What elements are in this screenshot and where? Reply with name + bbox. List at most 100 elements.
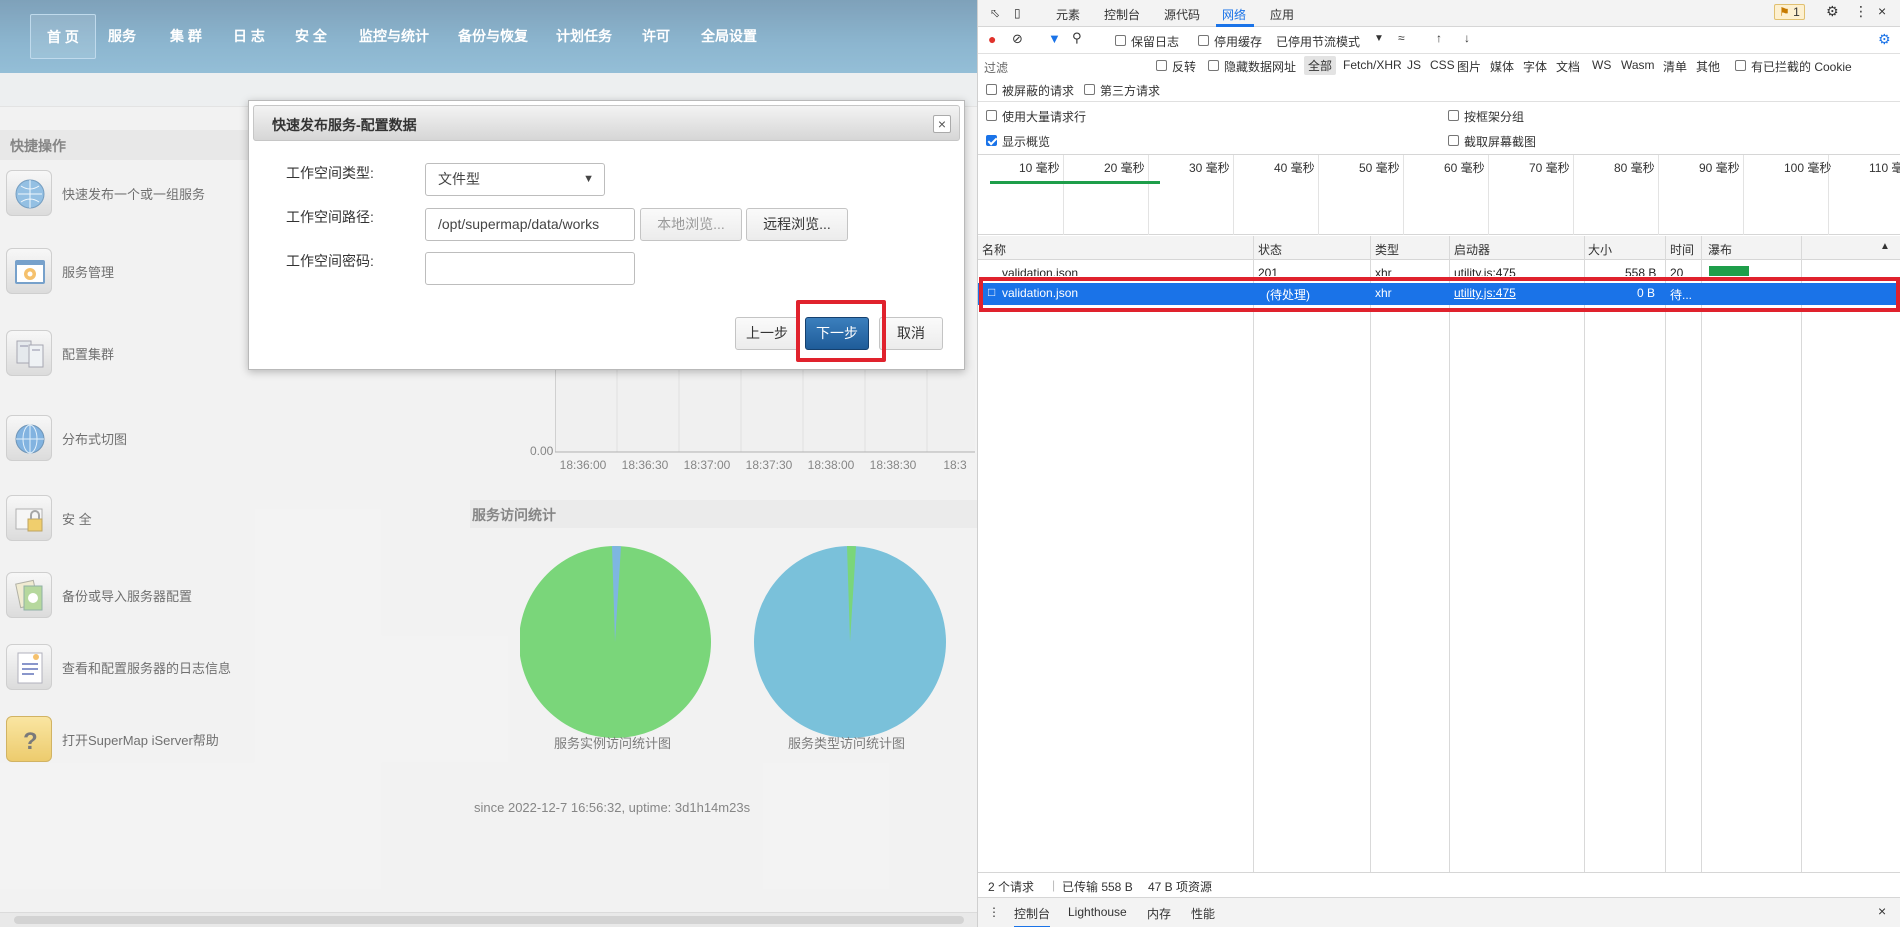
filter-type-wasm[interactable]: Wasm [1621,58,1655,72]
row-time: 20 [1670,266,1684,276]
invert-label: 反转 [1172,60,1197,74]
warning-icon: ⚑ [1779,5,1790,19]
clear-icon[interactable]: ⊘ [1012,31,1023,47]
workspace-password-label: 工作空间密码: [286,253,374,269]
timeline-label: 30 毫秒 [1189,161,1230,175]
filter-input[interactable]: 过滤 [984,59,1008,76]
local-browse-button[interactable]: 本地浏览... [640,208,742,241]
filter-type-img[interactable]: 图片 [1457,58,1481,75]
tab-sources[interactable]: 源代码 [1164,6,1200,23]
timeline-label: 20 毫秒 [1104,161,1145,175]
search-icon[interactable]: ⚲ [1072,30,1082,46]
disable-cache-checkbox[interactable] [1198,35,1209,46]
large-rows-checkbox[interactable] [986,110,997,121]
capture-screenshots-checkbox[interactable] [1448,135,1459,146]
tab-network[interactable]: 网络 [1222,6,1246,23]
filter-type-doc[interactable]: 文档 [1556,58,1580,75]
tab-elements[interactable]: 元素 [1056,6,1080,23]
filter-type-other[interactable]: 其他 [1696,58,1720,75]
row-size: 558 B [1625,266,1657,276]
filter-type-media[interactable]: 媒体 [1490,58,1514,75]
timeline-gridline [1488,155,1489,235]
prev-button[interactable]: 上一步 [735,317,799,350]
workspace-password-input[interactable] [425,252,635,285]
transferred-size: 已传输 558 B [1062,880,1133,894]
column-size[interactable]: 大小 [1588,241,1612,258]
filter-type-js[interactable]: JS [1407,58,1421,72]
gear-icon[interactable]: ⚙ [1826,3,1839,20]
timeline-gridline [1063,155,1064,235]
inspect-icon[interactable]: ⬁ [990,6,1000,20]
column-divider [1801,236,1802,872]
network-filter-bar-2: 被屏蔽的请求 第三方请求 [978,78,1900,102]
filter-icon[interactable]: ▼ [1048,31,1061,46]
blocked-requests-label: 被屏蔽的请求 [1002,84,1075,98]
network-overview-timeline[interactable]: 10 毫秒 20 毫秒 30 毫秒 40 毫秒 50 毫秒 60 毫秒 70 毫秒 80 毫秒… [978,155,1900,235]
filter-type-ws[interactable]: WS [1592,58,1611,72]
close-icon[interactable]: × [933,115,951,133]
preserve-log-checkbox[interactable] [1115,35,1126,46]
throttle-select[interactable]: 已停用节流模式 [1276,33,1360,50]
network-settings-icon[interactable]: ⚙ [1878,31,1891,48]
column-name[interactable]: 名称 [982,241,1006,258]
workspace-path-input[interactable]: /opt/supermap/data/works [425,208,635,241]
column-divider [1370,236,1371,872]
filter-type-manifest[interactable]: 清单 [1663,58,1687,75]
issues-badge[interactable]: ⚑ 1 [1774,4,1805,20]
timeline-gridline [1403,155,1404,235]
third-party-checkbox[interactable] [1084,84,1095,95]
timeline-gridline [1743,155,1744,235]
show-overview-label: 显示概览 [1002,135,1051,149]
filter-type-css[interactable]: CSS [1430,58,1455,72]
chevron-down-icon[interactable]: ▼ [1374,33,1384,44]
tab-application[interactable]: 应用 [1270,6,1294,23]
import-har-icon[interactable]: ↑ [1436,31,1442,45]
close-drawer-icon[interactable]: × [1878,903,1886,919]
timeline-gridline [1148,155,1149,235]
workspace-type-select[interactable]: 文件型 ▼ [425,163,605,196]
invert-checkbox[interactable] [1156,60,1167,71]
row-initiator[interactable]: utility.js:475 [1454,266,1516,276]
device-toggle-icon[interactable]: ▯ [1014,6,1021,20]
column-initiator[interactable]: 启动器 [1454,241,1490,258]
column-status[interactable]: 状态 [1258,241,1282,258]
network-filter-bar: 过滤 反转 隐藏数据网址 全部 Fetch/XHR JS CSS 图片 媒体 字… [978,54,1900,78]
resources-size: 47 B 项资源 [1148,880,1213,894]
wifi-settings-icon[interactable]: ≈ [1398,31,1405,45]
column-divider [1665,236,1666,872]
drawer-menu-icon[interactable]: ⋮ [988,905,1000,919]
iserver-manager: 首 页 服务 集 群 日 志 安 全 监控与统计 备份与恢复 计划任务 许可 全… [0,0,977,927]
close-devtools-icon[interactable]: × [1878,3,1886,19]
row-status: 201 [1258,266,1279,276]
remote-browse-button[interactable]: 远程浏览... [746,208,848,241]
hide-data-urls-checkbox[interactable] [1208,60,1219,71]
filter-type-xhr[interactable]: Fetch/XHR [1343,58,1402,72]
preserve-log-label: 保留日志 [1131,35,1180,49]
drawer-tab-lighthouse[interactable]: Lighthouse [1068,905,1127,919]
show-overview-checkbox[interactable] [986,135,997,146]
filter-type-font[interactable]: 字体 [1523,58,1547,75]
chevron-down-icon: ▼ [583,173,594,185]
drawer-tab-performance[interactable]: 性能 [1191,905,1215,922]
group-by-frame-checkbox[interactable] [1448,110,1459,121]
tab-console[interactable]: 控制台 [1104,6,1140,23]
filter-type-all[interactable]: 全部 [1304,56,1337,75]
column-type[interactable]: 类型 [1375,241,1399,258]
record-icon[interactable]: ● [988,31,996,47]
more-vert-icon[interactable]: ⋮ [1854,3,1868,20]
devtools-tabbar: ⬁ ▯ 元素 控制台 源代码 网络 应用 ⚑ 1 ⚙ ⋮ × [978,0,1900,27]
timeline-label: 100 毫秒 [1784,161,1832,175]
column-waterfall[interactable]: 瀑布 [1708,241,1732,258]
drawer-tab-memory[interactable]: 内存 [1147,905,1171,922]
drawer-tab-console[interactable]: 控制台 [1014,905,1051,927]
network-toolbar: ● ⊘ ▼ ⚲ 保留日志 停用缓存 已停用节流模式 ▼ ≈ ↑ ↓ ⚙ [978,27,1900,54]
column-time[interactable]: 时间 [1670,241,1694,258]
cancel-button[interactable]: 取消 [879,317,943,350]
table-row[interactable]: validation.json 201 xhr utility.js:475 5… [978,262,1900,276]
blocked-cookies-checkbox[interactable] [1735,60,1746,71]
blocked-requests-checkbox[interactable] [986,84,997,95]
timeline-label: 90 毫秒 [1699,161,1740,175]
export-har-icon[interactable]: ↓ [1464,31,1470,45]
devtools-panel: ⬁ ▯ 元素 控制台 源代码 网络 应用 ⚑ 1 ⚙ ⋮ × ● ⊘ ▼ ⚲ 保… [977,0,1900,927]
column-divider [1584,236,1585,872]
